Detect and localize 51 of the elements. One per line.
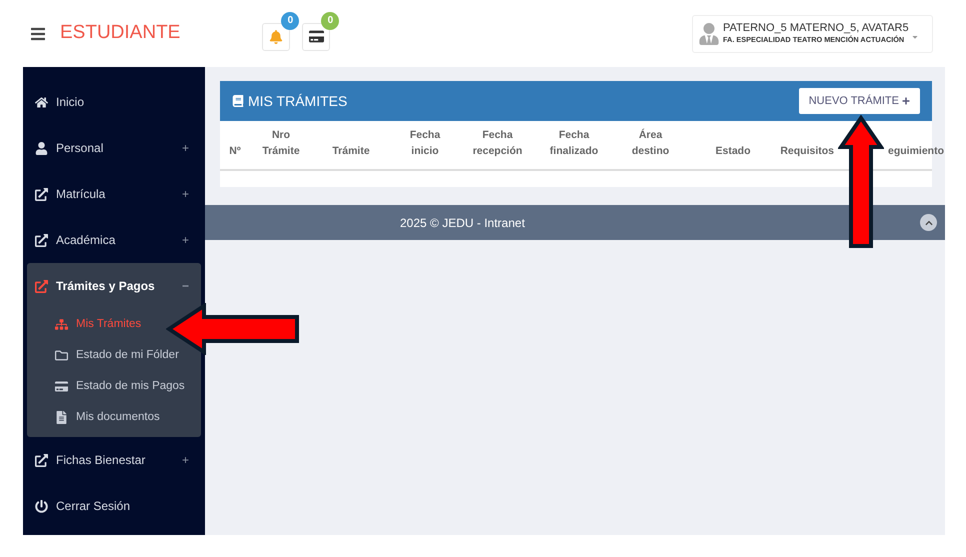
column-header: Nro Trámite — [262, 128, 300, 159]
sidebar-item[interactable]: Inicio — [23, 79, 205, 125]
folder-icon — [55, 349, 68, 362]
column-header: Nº — [229, 144, 241, 159]
count-badge: 0 — [281, 12, 300, 30]
plus-icon — [902, 97, 910, 105]
sidebar-item[interactable]: Cerrar Sesión — [23, 483, 205, 529]
credit-card-icon — [55, 380, 68, 393]
sidebar-item[interactable]: Matrícula + — [23, 171, 205, 217]
external-link-icon — [35, 454, 48, 466]
book-icon — [232, 95, 244, 107]
toggle-sign[interactable]: + — [182, 139, 189, 157]
user-name: PATERNO_5 MATERNO_5, AVATAR5 — [723, 23, 909, 34]
column-header: Fecha recepción — [472, 128, 522, 159]
user-icon — [35, 142, 48, 154]
column-header: Fecha finalizado — [550, 128, 598, 159]
home-icon — [35, 96, 48, 108]
power-icon — [35, 500, 48, 512]
external-link-icon — [35, 234, 48, 246]
toggle-sign[interactable]: + — [182, 231, 189, 249]
bell-icon — [269, 30, 284, 44]
toggle-sign[interactable]: + — [182, 185, 189, 203]
toggle-sign[interactable]: + — [182, 451, 189, 469]
sidebar-item[interactable]: Académica + — [23, 217, 205, 263]
sitemap-icon — [55, 318, 68, 331]
column-header: Área destino — [632, 128, 670, 159]
submenu-item[interactable]: Mis documentos — [55, 402, 160, 433]
avatar-icon — [699, 22, 719, 44]
submenu-item[interactable]: Estado de mis Pagos — [55, 371, 185, 402]
column-header: Trámite — [332, 144, 370, 159]
sidebar-item[interactable]: Personal + — [23, 125, 205, 171]
count-badge: 0 — [321, 12, 340, 30]
sidebar-item[interactable]: Trámites y Pagos − — [27, 263, 201, 309]
external-link-icon — [35, 280, 48, 292]
column-header: Fecha inicio — [410, 128, 440, 159]
column-header: eguimiento — [888, 144, 944, 159]
submenu-item[interactable]: Estado de mi Fólder — [55, 340, 179, 371]
panel-title: MIS TRÁMITES — [248, 92, 348, 110]
external-link-icon — [35, 188, 48, 200]
scroll-top-button[interactable] — [920, 214, 937, 231]
column-header: Estado — [715, 144, 750, 159]
footer-text: 2025 © JEDU - Intranet — [400, 214, 525, 232]
chevron-up-icon — [924, 218, 932, 226]
menu-icon[interactable] — [30, 26, 46, 42]
credit-card-icon — [308, 29, 324, 44]
new-request-button[interactable]: NUEVO TRÁMITE — [798, 88, 920, 114]
app-title: ESTUDIANTE — [60, 21, 180, 46]
sidebar-item[interactable]: Fichas Bienestar + — [23, 437, 205, 483]
notification-button[interactable] — [302, 22, 330, 50]
column-header: Requisitos — [780, 144, 834, 159]
document-icon — [55, 411, 68, 424]
